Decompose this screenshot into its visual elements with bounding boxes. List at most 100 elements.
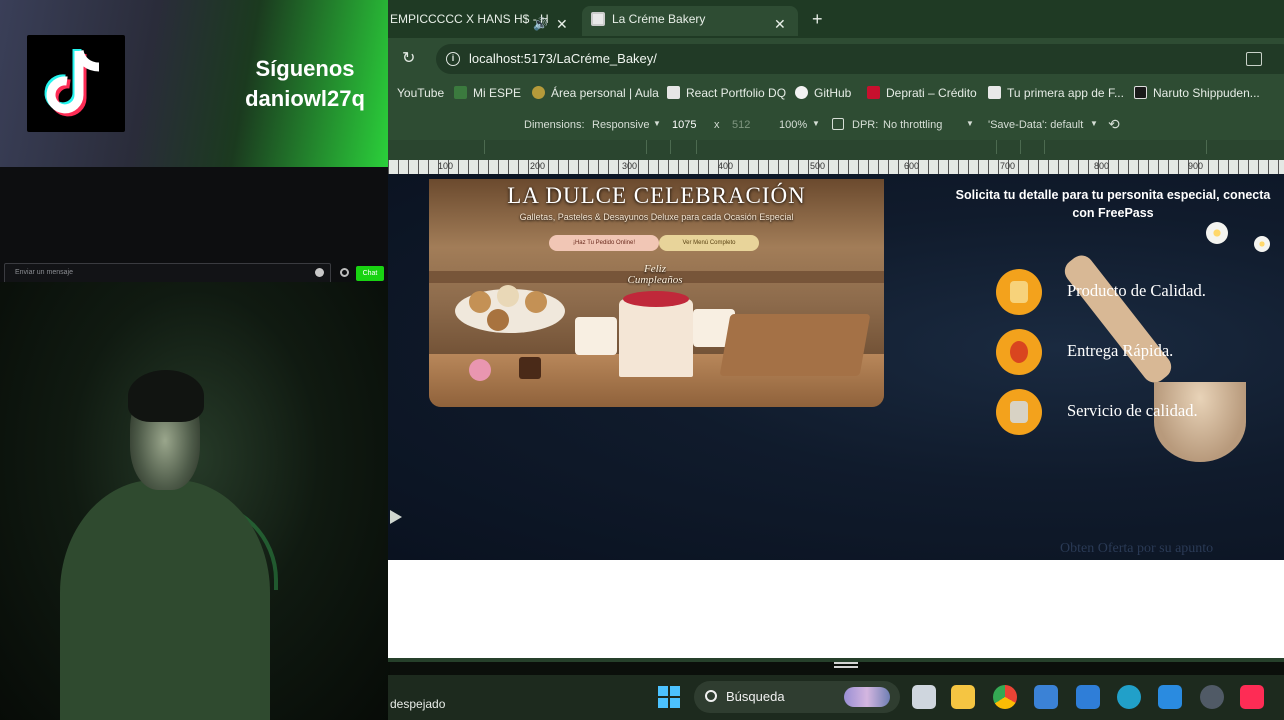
hero-title: LA DULCE CELEBRACIÓN [507,183,806,208]
ruler-breakpoint[interactable] [670,140,671,154]
faded-offer-text: Obten Oferta por su apunto [1060,541,1214,556]
promo-line-2: con FreePass [1072,206,1154,220]
ruler-label: 700 [1000,161,1016,171]
bookmark-deprati[interactable]: Deprati – Crédito [867,86,977,100]
cookie [469,291,491,313]
search-icon [705,690,717,702]
width-input[interactable]: 1075 [672,119,696,131]
bookmark-label: React Portfolio DQ [686,86,787,100]
ruler-breakpoint[interactable] [1044,140,1045,154]
promo-text: Solicita tu detalle para tu personita es… [928,186,1284,222]
bookmark-youtube[interactable]: YouTube [397,86,444,100]
delivery-icon [996,329,1042,375]
device-toolbar: Dimensions: Responsive ▼ 1075 x 512 100%… [388,108,1284,140]
mail-icon[interactable] [1076,685,1100,709]
gear-icon[interactable] [340,268,349,277]
translate-icon[interactable] [1246,52,1262,66]
bookmark-naruto[interactable]: Naruto Shippuden... [1134,86,1260,100]
ruler-label: 400 [718,161,734,171]
ruler-label: 300 [622,161,638,171]
ruler-label: 600 [904,161,920,171]
ruler-breakpoint[interactable] [484,140,485,154]
tiktok-logo-icon [27,35,125,132]
media-query-ruler: 100 200 300 400 500 600 700 800 900 [388,140,1284,174]
hero-subtitle: Galletas, Pasteles & Desayunos Deluxe pa… [519,212,794,222]
file-explorer-icon[interactable] [951,685,975,709]
tab-label: La Créme Bakery [612,12,706,26]
bookmark-react-portfolio[interactable]: React Portfolio DQ [667,86,786,100]
bookmark-mi-espe[interactable]: Mi ESPE [454,86,521,100]
deprati-icon [867,86,880,99]
ruler-breakpoint[interactable] [996,140,997,154]
feature-label: Entrega Rápida. [1067,341,1174,360]
bookmarks-bar: YouTube Mi ESPE Área personal | Aula Rea… [388,80,1284,108]
taskbar-search[interactable]: Búsqueda [694,681,900,713]
cookie [497,285,519,307]
chevron-down-icon[interactable]: ▼ [812,119,820,128]
app-icon [988,86,1001,99]
chat-input[interactable]: Enviar un mensaje [4,263,331,284]
side-cake [575,317,617,355]
zoom-select[interactable]: 100% [779,119,807,131]
store-icon[interactable] [1034,685,1058,709]
chrome-icon[interactable] [993,685,1017,709]
tab-music[interactable]: EMPICCCCC X HANS H$ - H 🔊 ✕ [388,6,576,36]
view-menu-button[interactable]: Ver Menú Completo [659,235,759,251]
breakfast-tray [719,314,871,376]
close-icon[interactable]: ✕ [556,11,568,37]
espe-icon [454,86,467,99]
times-label: x [714,119,720,131]
task-view-icon[interactable] [912,685,936,709]
page-viewport: Feliz Cumpleaños LA DULCE CELEBRACIÓN Ga… [388,174,1284,560]
tiktok-icon[interactable] [1240,685,1264,709]
ruler-breakpoint[interactable] [696,140,697,154]
cookie [487,309,509,331]
blank-area [388,560,1284,658]
new-tab-icon[interactable]: + [812,6,823,32]
ruler-label: 500 [810,161,826,171]
address-bar[interactable]: i localhost:5173/LaCréme_Bakey/ [436,44,1284,74]
tab-la-creme-bakery[interactable]: La Créme Bakery ✕ [582,6,798,36]
emoji-icon[interactable] [315,268,324,277]
chat-send-button[interactable]: Chat [356,266,384,281]
weather-status[interactable]: despejado [390,697,445,711]
rotate-icon[interactable]: ⟲ [1108,116,1120,133]
service-icon [996,389,1042,435]
bookmark-github[interactable]: GitHub [795,86,851,100]
chevron-down-icon[interactable]: ▼ [966,119,974,128]
throttling-select[interactable]: No throttling [883,119,942,131]
ruler-label: 800 [1094,161,1110,171]
chevron-down-icon[interactable]: ▼ [653,119,661,128]
windows-start-icon[interactable] [658,686,680,708]
dimensions-select[interactable]: Responsive [592,119,649,131]
dimensions-label: Dimensions: [524,119,585,131]
bookmark-aula[interactable]: Área personal | Aula [532,86,659,100]
chevron-down-icon[interactable]: ▼ [1090,119,1098,128]
ruler-breakpoint[interactable] [1020,140,1021,154]
decor-flower [1254,236,1270,252]
ruler-label: 200 [530,161,546,171]
bookmark-label: Deprati – Crédito [886,86,977,100]
play-arrow-icon[interactable] [390,510,402,524]
order-online-button[interactable]: ¡Haz Tu Pedido Online! [549,235,659,251]
vscode-icon[interactable] [1158,685,1182,709]
save-data-select[interactable]: 'Save-Data': default [988,119,1083,131]
edge-icon[interactable] [1117,685,1141,709]
reload-icon[interactable]: ↻ [402,48,415,68]
close-icon[interactable]: ✕ [774,11,786,37]
resize-handle-icon[interactable] [834,662,858,668]
bookmark-label: GitHub [814,86,852,100]
follow-label: Síguenos [255,56,355,81]
settings-icon[interactable] [1200,685,1224,709]
bookmark-label: Mi ESPE [473,86,522,100]
speaker-icon[interactable]: 🔊 [533,11,548,37]
webcam-person-body [60,480,270,720]
site-info-icon[interactable]: i [446,52,460,66]
ruler-breakpoint[interactable] [1206,140,1207,154]
pixel-ruler [388,160,1284,174]
height-input[interactable]: 512 [732,119,750,131]
ruler-label: 900 [1188,161,1204,171]
bookmark-primera-app[interactable]: Tu primera app de F... [988,86,1124,100]
ruler-breakpoint[interactable] [646,140,647,154]
doc-icon [667,86,680,99]
